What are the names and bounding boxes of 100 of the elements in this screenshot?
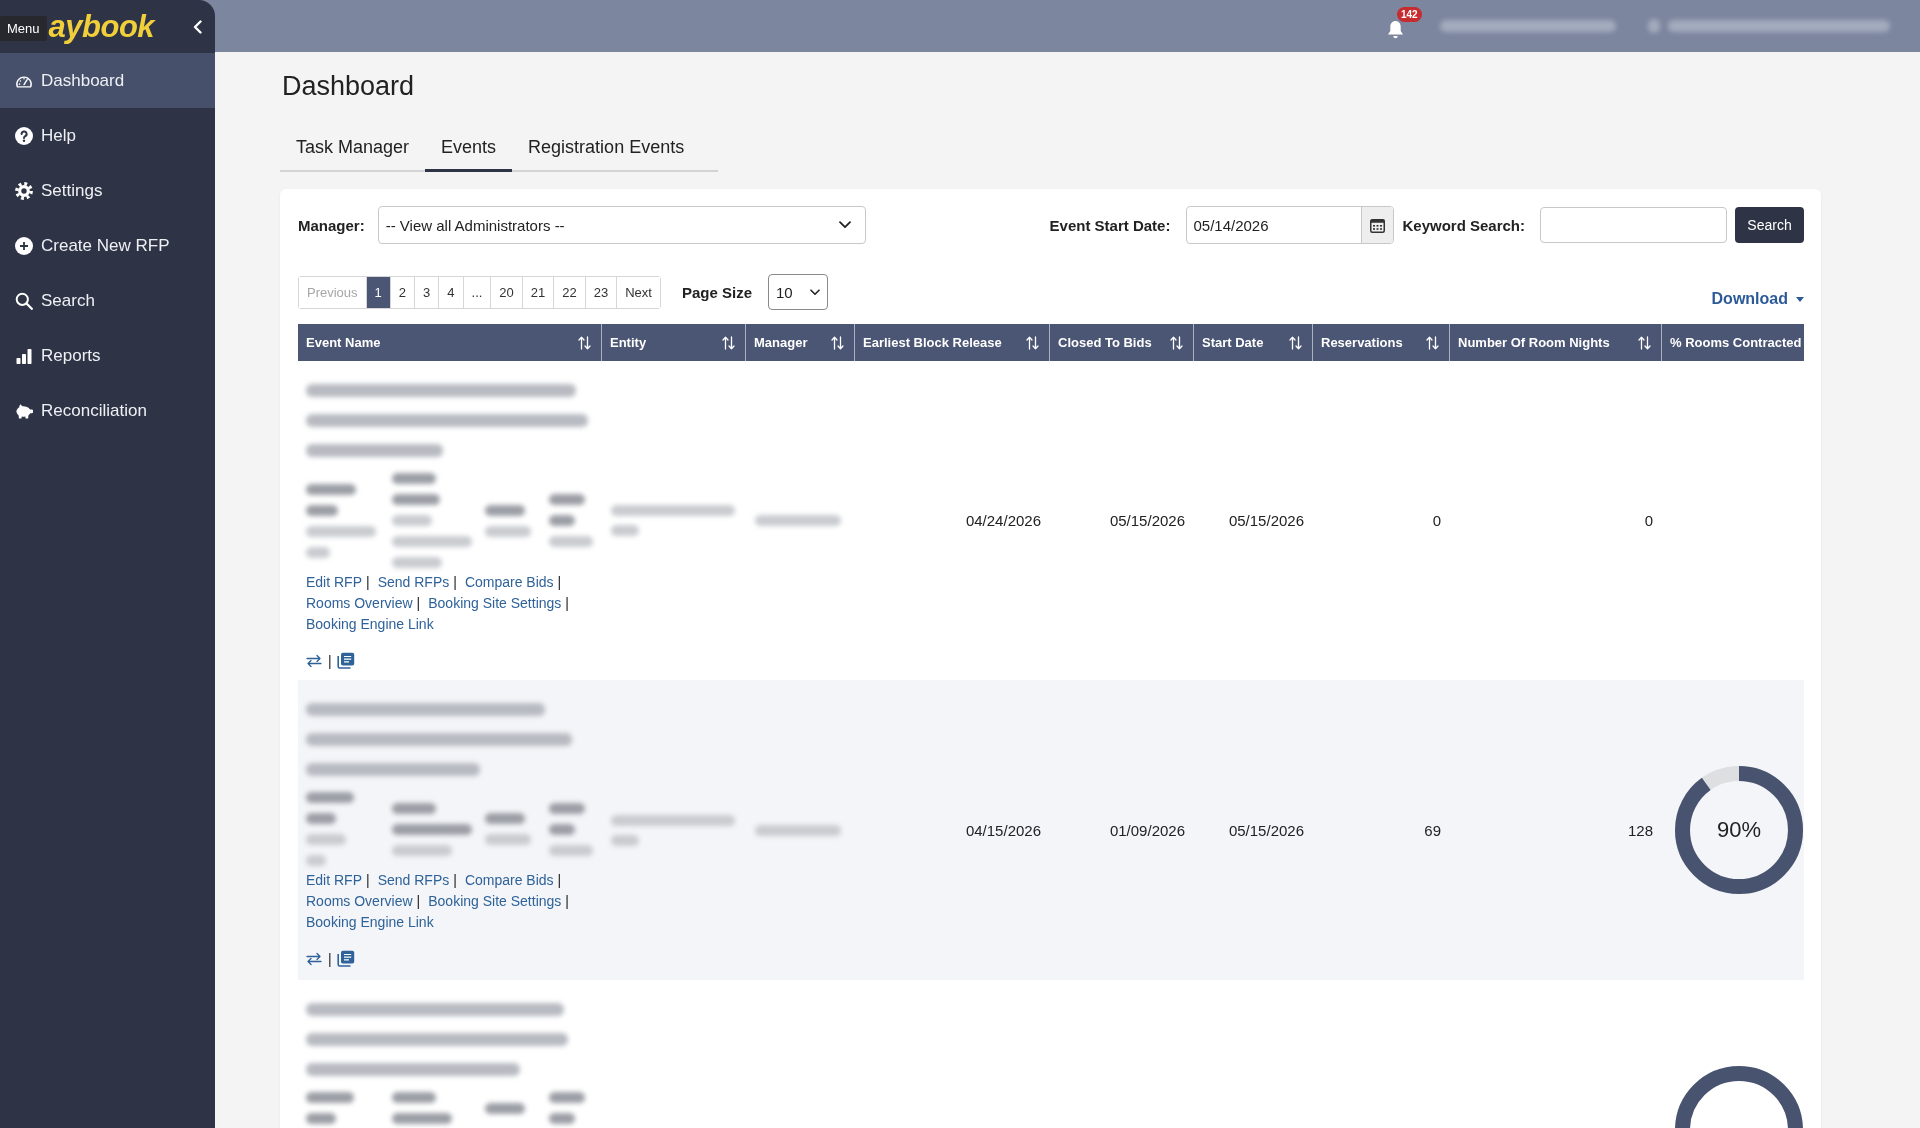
action-link[interactable]: Edit RFP — [306, 870, 362, 891]
action-link[interactable]: Booking Engine Link — [306, 912, 434, 933]
blurred-text — [485, 813, 526, 824]
action-link[interactable]: Send RFPs — [377, 572, 450, 593]
sort-icon[interactable] — [831, 335, 844, 350]
page-title: Dashboard — [282, 70, 416, 102]
page-size-select[interactable]: 10 — [768, 274, 828, 310]
sidebar-item[interactable]: Help — [0, 108, 215, 163]
earliest-block-release-date: 04/15/2026 — [965, 821, 1041, 839]
column-header[interactable]: Earliest Block Release — [855, 324, 1050, 361]
sort-icon[interactable] — [1426, 335, 1439, 350]
sidebar-item[interactable]: Settings — [0, 163, 215, 218]
action-link[interactable]: Edit RFP — [306, 572, 362, 593]
column-header[interactable]: Manager — [746, 324, 855, 361]
column-header[interactable]: Reservations — [1313, 324, 1450, 361]
swap-arrows-icon[interactable] — [306, 653, 322, 668]
blurred-text — [391, 515, 432, 526]
sort-icon[interactable] — [1289, 335, 1302, 350]
sort-icon[interactable] — [1638, 335, 1651, 350]
sidebar-item[interactable]: Reports — [0, 328, 215, 383]
link-separator: | — [453, 871, 457, 890]
manager-select[interactable]: -- View all Administrators -- — [377, 206, 866, 244]
sidebar-item[interactable]: Reconciliation — [0, 383, 215, 438]
link-separator: | — [366, 573, 370, 592]
reservations-count: 0 — [1432, 512, 1441, 529]
blurred-text — [391, 1113, 452, 1124]
blurred-text — [611, 525, 639, 536]
column-header[interactable]: Start Date — [1194, 324, 1313, 361]
action-link[interactable]: Booking Site Settings — [428, 891, 562, 912]
keyword-search-field[interactable] — [1540, 207, 1727, 243]
blurred-text — [306, 525, 376, 537]
sort-icon[interactable] — [722, 335, 735, 350]
blurred-text — [306, 1092, 354, 1103]
action-link[interactable]: Send RFPs — [377, 870, 450, 891]
download-button[interactable]: Download — [1711, 290, 1804, 308]
notification-badge: 142 — [1397, 6, 1422, 22]
action-link[interactable]: Booking Site Settings — [428, 593, 562, 614]
collapse-button[interactable] — [193, 19, 202, 34]
link-separator: | — [565, 594, 569, 613]
column-header[interactable]: Entity — [602, 324, 746, 361]
sidebar-item[interactable]: Search — [0, 273, 215, 328]
sidebar-item[interactable]: Dashboard — [0, 53, 215, 108]
room-nights-count: 128 — [1627, 821, 1653, 839]
action-link[interactable]: Booking Engine Link — [306, 614, 434, 635]
action-link[interactable]: Rooms Overview — [306, 891, 413, 912]
blurred-text — [306, 792, 354, 803]
blurred-text — [391, 557, 442, 568]
blurred-icon — [1648, 19, 1660, 33]
menu-tooltip: Menu — [0, 16, 47, 41]
keyword-search-label: Keyword Search: — [1402, 216, 1525, 234]
bell-icon[interactable] — [1387, 19, 1404, 39]
logo-text[interactable]: aybook — [48, 8, 155, 45]
tab[interactable]: Task Manager — [280, 124, 426, 172]
sort-icon[interactable] — [578, 335, 591, 350]
bar-chart-icon — [15, 347, 33, 364]
link-separator: | — [565, 892, 569, 911]
sidebar-item[interactable]: Create New RFP — [0, 218, 215, 273]
blurred-text — [391, 473, 436, 484]
book-icon[interactable] — [336, 652, 355, 669]
chevron-left-icon — [193, 19, 202, 34]
percentage-text: 90% — [1717, 817, 1761, 843]
blurred-text — [306, 813, 336, 824]
page-button[interactable]: 1 — [366, 276, 391, 308]
blurred-text — [306, 483, 356, 495]
blurred-text — [611, 834, 639, 846]
tab[interactable]: Registration Events — [512, 124, 701, 172]
sort-icon[interactable] — [1170, 335, 1183, 350]
chevron-down-icon — [810, 288, 820, 296]
action-link[interactable]: Rooms Overview — [306, 593, 413, 614]
room-nights-count: 0 — [1644, 512, 1653, 529]
blurred-text — [391, 802, 436, 814]
help-icon — [15, 126, 33, 145]
column-header[interactable]: % Rooms Contracted — [1662, 324, 1804, 361]
action-link[interactable]: Compare Bids — [464, 870, 554, 891]
start-date: 05/15/2026 — [1228, 512, 1304, 529]
blurred-text — [549, 536, 594, 547]
blurred-text — [549, 1092, 586, 1103]
column-header[interactable]: Closed To Bids — [1050, 324, 1194, 361]
blurred-text — [549, 844, 594, 856]
sort-icon[interactable] — [1026, 335, 1039, 350]
blurred-text — [485, 504, 526, 516]
search-button[interactable]: Search — [1735, 207, 1804, 243]
blurred-text — [549, 515, 576, 526]
action-link[interactable]: Compare Bids — [464, 572, 554, 593]
book-icon[interactable] — [336, 950, 355, 967]
blurred-text — [306, 1113, 336, 1124]
link-separator: | — [453, 573, 457, 592]
event-start-date-label: Event Start Date: — [1049, 216, 1171, 234]
piggy-bank-icon — [15, 402, 33, 419]
column-header[interactable]: Number Of Room Nights — [1450, 324, 1662, 361]
settings-icon — [15, 181, 33, 200]
closed-to-bids-date: 05/15/2026 — [1109, 512, 1185, 529]
search-icon — [15, 291, 33, 310]
blurred-text — [391, 844, 452, 856]
column-header[interactable]: Event Name — [298, 324, 602, 361]
swap-arrows-icon[interactable] — [306, 951, 322, 966]
blurred-text — [549, 802, 586, 814]
tab[interactable]: Events — [425, 124, 513, 172]
caret-down-icon — [1796, 296, 1804, 302]
blurred-text — [306, 546, 330, 558]
